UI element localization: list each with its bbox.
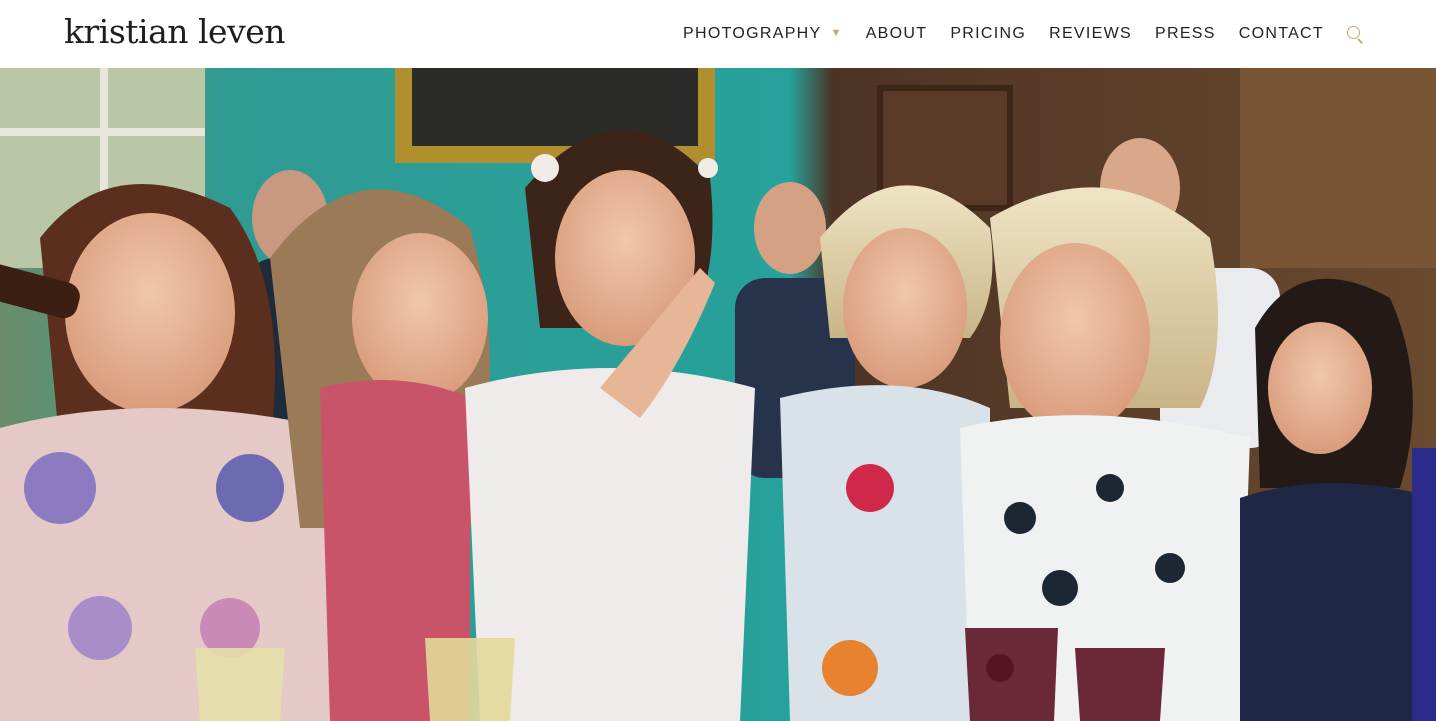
photo-print-2 [1096,474,1124,502]
photo-flower-3 [68,596,132,660]
photo-woman-6-face [1268,322,1372,454]
nav-item-contact[interactable]: CONTACT [1239,25,1324,43]
photo-glass-red-2 [1075,648,1165,721]
photo-woman-left-face [65,213,235,413]
photo-glass-white-2 [425,638,515,721]
photo-guest-bg-2 [754,182,826,274]
site-header: kristian leven PHOTOGRAPHY ▼ ABOUT PRICI… [0,0,1436,68]
nav-item-press[interactable]: PRESS [1155,25,1216,43]
photo-woman-6-dress [1240,483,1436,721]
nav-item-pricing[interactable]: PRICING [950,25,1026,43]
photo-glass-white-1 [195,648,285,721]
photo-glass-red-1 [965,628,1058,721]
photo-flower-2 [216,454,284,522]
main-nav: PHOTOGRAPHY ▼ ABOUT PRICING REVIEWS PRES… [683,0,1366,68]
photo-woman-5-face [1000,243,1150,433]
nav-item-about[interactable]: ABOUT [866,25,928,43]
photo-print-4 [1155,553,1185,583]
chevron-down-icon: ▼ [830,27,843,39]
nav-item-reviews[interactable]: REVIEWS [1049,25,1132,43]
search-icon-handle [1357,38,1363,44]
photo-flower-5 [846,464,894,512]
hero-photo [0,68,1436,721]
photo-flower-6 [822,640,878,696]
nav-item-photography[interactable]: PHOTOGRAPHY ▼ [683,25,843,43]
photo-print-3 [1042,570,1078,606]
photo-door-panel-2 [1240,68,1436,268]
photo-bride-flower [531,154,559,182]
photo-right-edge [1412,448,1436,721]
photo-flower-1 [24,452,96,524]
photo-woman-4-dress [780,385,990,721]
hero-photo-illustration [0,68,1436,721]
site-logo[interactable]: kristian leven [64,10,286,54]
search-icon[interactable] [1346,24,1366,44]
photo-print-1 [1004,502,1036,534]
photo-painting [412,68,698,146]
photo-bride-flower-2 [698,158,718,178]
photo-woman-4-face [843,228,967,388]
photo-woman-2-face [352,233,488,403]
nav-item-label: PHOTOGRAPHY [683,25,822,42]
